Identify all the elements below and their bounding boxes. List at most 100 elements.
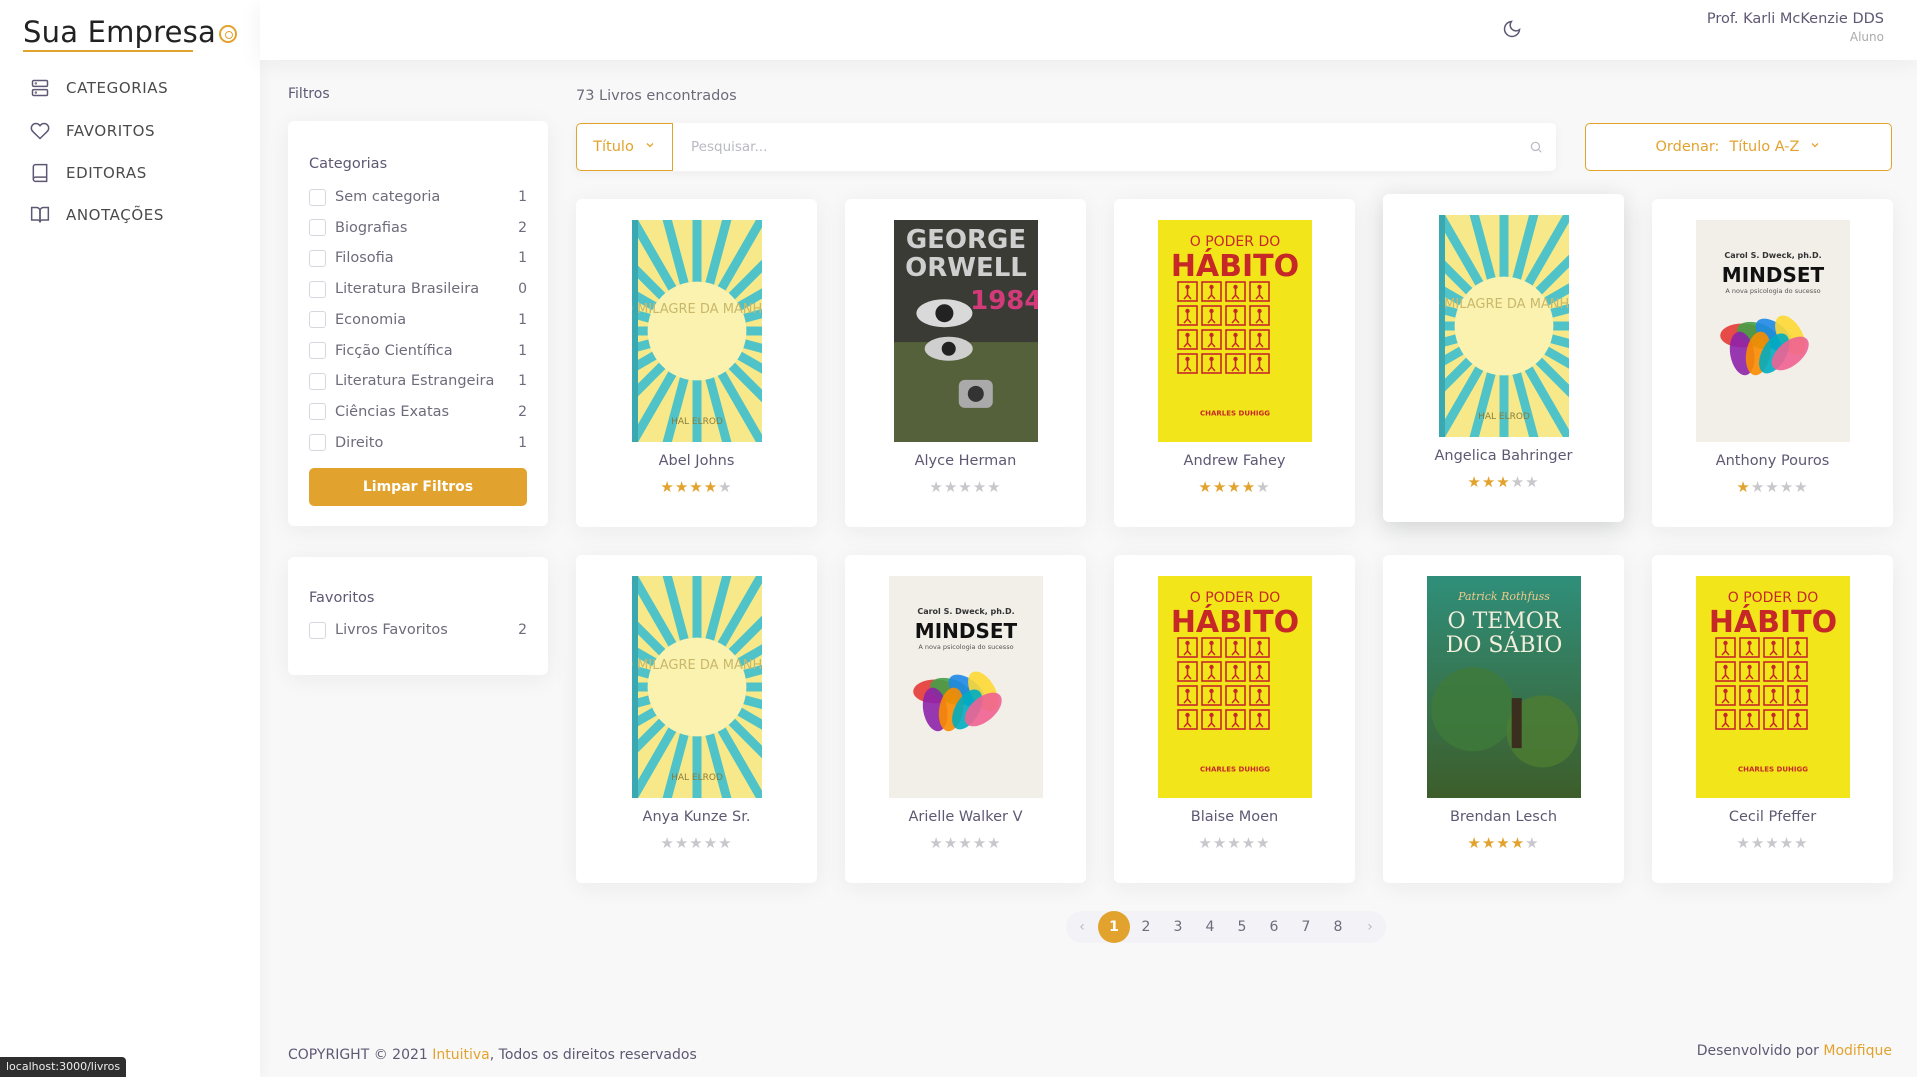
chevron-down-icon bbox=[1809, 139, 1821, 155]
search-type-label: Título bbox=[593, 139, 634, 155]
book-card[interactable]: Patrick Rothfuss O TEMOR DO SÁBIO Brenda… bbox=[1383, 555, 1624, 883]
user-name[interactable]: Prof. Karli McKenzie DDS bbox=[1707, 11, 1884, 27]
cover-title: O MILAGRE DA MANHÃ bbox=[632, 301, 762, 317]
pagination-page[interactable]: 2 bbox=[1130, 911, 1162, 943]
search-input[interactable] bbox=[673, 123, 1516, 171]
sidebar-item-label: CATEGORIAS bbox=[66, 79, 169, 97]
sidebar-item-anotacoes[interactable]: ANOTAÇÕES bbox=[30, 200, 164, 230]
cover-line2: HÁBITO bbox=[1170, 248, 1298, 284]
company-link[interactable]: Intuitiva bbox=[432, 1047, 490, 1063]
pagination-page[interactable]: 8 bbox=[1322, 911, 1354, 943]
category-filter-row[interactable]: Direito 1 bbox=[309, 432, 527, 454]
browser-status-url: localhost:3000/livros bbox=[0, 1057, 127, 1077]
category-filter-row[interactable]: Filosofia 1 bbox=[309, 247, 527, 269]
search-type-dropdown[interactable]: Título bbox=[576, 123, 673, 171]
book-cover[interactable]: O MILAGRE DA MANHÃ HAL ELROD bbox=[631, 576, 762, 798]
book-card[interactable]: GEORGE ORWELL 1984 Alyce Herman ★★★★★ bbox=[845, 199, 1086, 527]
category-filter-row[interactable]: Sem categoria 1 bbox=[309, 186, 527, 208]
book-card[interactable]: O PODER DO HÁBITO bbox=[1652, 555, 1893, 883]
search-icon[interactable] bbox=[1516, 123, 1556, 171]
book-cover[interactable]: Patrick Rothfuss O TEMOR DO SÁBIO bbox=[1426, 576, 1581, 798]
star-filled-icon: ★ bbox=[1510, 834, 1526, 852]
category-filter-row[interactable]: Literatura Brasileira 0 bbox=[309, 278, 527, 300]
developer-link[interactable]: Modifique bbox=[1823, 1043, 1892, 1059]
favorites-checkbox[interactable] bbox=[309, 621, 326, 639]
brand-logo[interactable]: Sua Empresa bbox=[23, 15, 216, 49]
pagination: ‹ 12345678 › bbox=[1066, 911, 1386, 943]
book-cover[interactable]: GEORGE ORWELL 1984 bbox=[893, 220, 1038, 442]
book-card[interactable]: O MILAGRE DA MANHÃ HAL ELROD Angelica Ba… bbox=[1383, 194, 1624, 522]
star-empty-icon: ★ bbox=[1765, 834, 1780, 852]
sidebar-item-label: FAVORITOS bbox=[66, 122, 156, 140]
cover-author: CHARLES DUHIGG bbox=[1200, 409, 1270, 417]
star-filled-icon: ★ bbox=[674, 478, 690, 496]
category-filter-row[interactable]: Ficção Científica 1 bbox=[309, 340, 527, 362]
category-checkbox[interactable] bbox=[309, 280, 326, 298]
category-checkbox[interactable] bbox=[309, 188, 326, 206]
pagination-prev[interactable]: ‹ bbox=[1066, 911, 1098, 943]
category-checkbox[interactable] bbox=[309, 403, 326, 421]
cover-author: CHARLES DUHIGG bbox=[1200, 765, 1270, 773]
pagination-next[interactable]: › bbox=[1354, 911, 1386, 943]
star-rating: ★★★★★ bbox=[845, 478, 1086, 496]
star-empty-icon: ★ bbox=[987, 478, 1002, 496]
star-empty-icon: ★ bbox=[718, 834, 733, 852]
category-filter-row[interactable]: Literatura Estrangeira 1 bbox=[309, 370, 527, 392]
book-card[interactable]: Carol S. Dweck, ph.D. MINDSET A nova psi… bbox=[1652, 199, 1893, 527]
category-checkbox[interactable] bbox=[309, 434, 326, 452]
category-filter-row[interactable]: Biografias 2 bbox=[309, 217, 527, 239]
clear-filters-button[interactable]: Limpar Filtros bbox=[309, 468, 527, 506]
pagination-page[interactable]: 6 bbox=[1258, 911, 1290, 943]
category-filter-row[interactable]: Economia 1 bbox=[309, 309, 527, 331]
sidebar-item-editoras[interactable]: EDITORAS bbox=[30, 158, 147, 188]
book-cover[interactable]: O MILAGRE DA MANHÃ HAL ELROD bbox=[1438, 215, 1569, 437]
book-cover[interactable]: O PODER DO HÁBITO CHARLES DUHIGG bbox=[1157, 576, 1312, 798]
collapse-toggle-icon[interactable] bbox=[219, 25, 237, 43]
category-checkbox[interactable] bbox=[309, 249, 326, 267]
footer-developer: Desenvolvido por Modifique bbox=[1697, 1043, 1892, 1059]
pagination-page[interactable]: 3 bbox=[1162, 911, 1194, 943]
category-checkbox[interactable] bbox=[309, 372, 326, 390]
category-checkbox[interactable] bbox=[309, 342, 326, 359]
book-card[interactable]: O MILAGRE DA MANHÃ HAL ELROD Anya Kunze … bbox=[576, 555, 817, 883]
book-card[interactable]: Carol S. Dweck, ph.D. MINDSET A nova psi… bbox=[845, 555, 1086, 883]
cover-author: CHARLES DUHIGG bbox=[1738, 765, 1808, 773]
star-rating: ★★★★★ bbox=[1383, 473, 1624, 491]
book-name: Brendan Lesch bbox=[1449, 809, 1558, 825]
sidebar-item-label: EDITORAS bbox=[66, 164, 147, 182]
cover-line1: O PODER DO bbox=[1727, 590, 1818, 606]
book-cover[interactable]: O MILAGRE DA MANHÃ HAL ELROD bbox=[631, 220, 762, 442]
star-filled-icon: ★ bbox=[1227, 478, 1242, 496]
sidebar-item-categorias[interactable]: CATEGORIAS bbox=[30, 73, 168, 103]
book-cover[interactable]: Carol S. Dweck, ph.D. MINDSET A nova psi… bbox=[1695, 220, 1850, 442]
star-filled-icon: ★ bbox=[689, 478, 704, 496]
pagination-page[interactable]: 5 bbox=[1226, 911, 1258, 943]
pagination-page[interactable]: 1 bbox=[1098, 911, 1130, 943]
cover-subtitle: A nova psicologia do sucesso bbox=[918, 643, 1013, 651]
star-empty-icon: ★ bbox=[943, 478, 959, 496]
category-name: Literatura Estrangeira bbox=[335, 373, 495, 390]
category-name: Ciências Exatas bbox=[335, 403, 450, 420]
favorite-filter-row[interactable]: Livros Favoritos 2 bbox=[309, 619, 527, 641]
cover-line1: O PODER DO bbox=[1189, 234, 1280, 250]
pagination-page[interactable]: 7 bbox=[1290, 911, 1322, 943]
book-cover[interactable]: O PODER DO HÁBITO CHARLES DUHIGG bbox=[1695, 576, 1850, 798]
pagination-page[interactable]: 4 bbox=[1194, 911, 1226, 943]
sidebar: Sua Empresa CATEGORIAS FAVORITOS EDITORA… bbox=[0, 0, 260, 1077]
moon-icon[interactable] bbox=[1502, 19, 1522, 43]
book-name: Alyce Herman bbox=[914, 453, 1017, 469]
sort-dropdown[interactable]: Ordenar: Título A-Z bbox=[1585, 123, 1892, 171]
results-count: 73 Livros encontrados bbox=[576, 88, 737, 104]
category-checkbox[interactable] bbox=[309, 219, 326, 237]
sidebar-item-favoritos[interactable]: FAVORITOS bbox=[30, 116, 155, 146]
star-empty-icon: ★ bbox=[1525, 834, 1540, 852]
category-checkbox[interactable] bbox=[309, 311, 326, 329]
cover-line2: HÁBITO bbox=[1170, 604, 1298, 640]
book-cover[interactable]: O PODER DO HÁBITO CHARLES DUHIGG bbox=[1157, 220, 1312, 442]
category-filter-row[interactable]: Ciências Exatas 2 bbox=[309, 401, 527, 423]
book-card[interactable]: O PODER DO HÁBITO bbox=[1114, 199, 1355, 527]
star-filled-icon: ★ bbox=[660, 478, 675, 496]
book-card[interactable]: O PODER DO HÁBITO bbox=[1114, 555, 1355, 883]
book-cover[interactable]: Carol S. Dweck, ph.D. MINDSET A nova psi… bbox=[888, 576, 1043, 798]
book-card[interactable]: O MILAGRE DA MANHÃ HAL ELROD Abel Johns ★… bbox=[576, 199, 817, 527]
